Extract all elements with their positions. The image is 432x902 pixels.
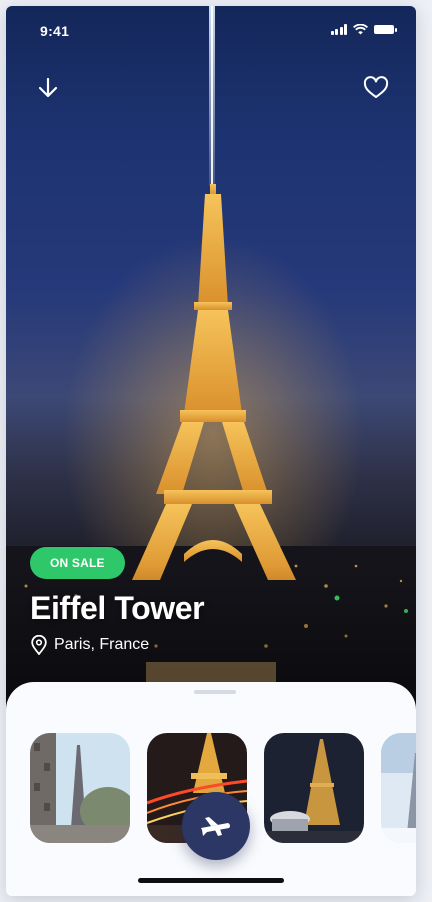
place-title: Eiffel Tower xyxy=(30,590,205,626)
thumbnail-eiffel-daylight[interactable] xyxy=(30,733,130,843)
battery-icon xyxy=(374,25,397,34)
status-time: 9:41 xyxy=(40,23,70,39)
book-flight-button[interactable] xyxy=(182,792,250,860)
home-indicator xyxy=(138,878,284,883)
thumbnail-eiffel-snow[interactable] xyxy=(381,733,416,843)
phone-screen: 9:41 ON SALE Eiffel Tower Paris, France xyxy=(6,6,416,896)
wifi-icon xyxy=(353,24,368,35)
location-row: Paris, France xyxy=(30,635,149,655)
status-icons xyxy=(330,24,397,35)
on-sale-badge: ON SALE xyxy=(30,547,125,579)
thumbnail-eiffel-carousel[interactable] xyxy=(264,733,364,843)
heart-icon[interactable] xyxy=(356,68,396,108)
cellular-signal-icon xyxy=(330,24,347,35)
map-pin-icon xyxy=(31,635,47,655)
arrow-down-icon[interactable] xyxy=(28,68,68,108)
status-bar: 9:41 xyxy=(6,6,416,56)
sheet-drag-handle[interactable] xyxy=(194,690,236,694)
bottom-sheet xyxy=(6,682,416,896)
hero-photo: 9:41 ON SALE Eiffel Tower Paris, France xyxy=(6,6,416,718)
location-text: Paris, France xyxy=(54,636,150,653)
airplane-icon xyxy=(201,817,230,836)
